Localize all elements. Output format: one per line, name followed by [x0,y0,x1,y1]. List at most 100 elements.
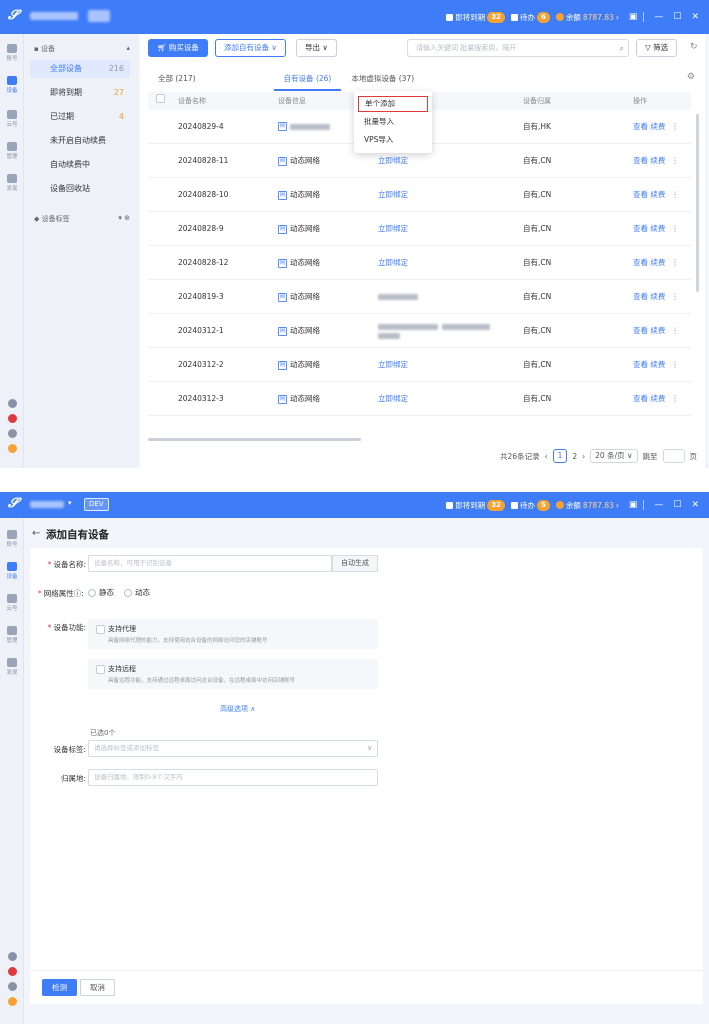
balance-button[interactable]: 余额 8787.83 › [555,12,619,23]
table-row[interactable]: 20240828-10 网动态网络 立即绑定 自有,CN 查看 续费 ⋮ [148,178,691,212]
page-1[interactable]: 1 [552,449,568,463]
menu-item-vps-import[interactable]: VPS导入 [358,132,428,148]
rail-item-account[interactable]: 账号 [0,530,24,548]
account-name-blurred[interactable] [30,12,78,20]
network-radio-dynamic[interactable]: 动态 [124,587,150,598]
bind-now-link[interactable]: 立即绑定 [378,360,408,369]
renew-link[interactable]: 续费 [650,292,665,301]
export-button[interactable]: 导出 ∨ [296,39,337,57]
account-name-blurred[interactable] [30,501,64,508]
close-icon[interactable]: ✕ [691,12,699,22]
renew-link[interactable]: 续费 [650,394,665,403]
network-radio-static[interactable]: 静态 [88,587,114,598]
view-link[interactable]: 查看 [633,156,648,165]
info-icon[interactable]: ⓘ: [74,589,84,598]
rail-item-manage[interactable]: 管理 [0,626,24,644]
table-row[interactable]: 20240312-3 网动态网络 立即绑定 自有,CN 查看 续费 ⋮ [148,382,691,416]
minimize-icon[interactable]: — [654,12,663,22]
todo-button[interactable]: 待办 5 [510,499,550,511]
notification-icon[interactable] [7,414,17,423]
more-icon[interactable]: ⋮ [671,122,679,131]
settings-icon[interactable] [7,952,17,961]
search-icon[interactable]: ⌕ [620,41,624,57]
table-row[interactable]: 20240828-9 网动态网络 立即绑定 自有,CN 查看 续费 ⋮ [148,212,691,246]
close-icon[interactable]: ✕ [691,500,699,510]
tab-own-devices[interactable]: 自有设备 (26) [273,68,342,91]
more-icon[interactable]: ⋮ [671,360,679,369]
rail-item-discover[interactable]: 发现 [0,658,24,676]
more-icon[interactable]: ⋮ [671,394,679,403]
view-link[interactable]: 查看 [633,224,648,233]
view-link[interactable]: 查看 [633,258,648,267]
category-item-expiring[interactable]: 即将到期 27 [30,84,130,102]
rail-item-manage[interactable]: 管理 [0,142,24,160]
filter-button[interactable]: ▽ 筛选 [636,39,678,57]
expiring-button[interactable]: 即将到期 32 [446,499,505,511]
next-page-icon[interactable]: › [582,452,585,461]
help-icon[interactable] [7,982,17,991]
bind-now-link[interactable]: 立即绑定 [378,190,408,199]
advanced-options-toggle[interactable]: 高级选项 ∧ [220,704,255,714]
rail-item-account[interactable]: 账号 [0,44,24,62]
notification-icon[interactable] [7,967,17,976]
renew-link[interactable]: 续费 [650,190,665,199]
maximize-icon[interactable]: ☐ [673,12,681,22]
more-icon[interactable]: ⋮ [671,190,679,199]
more-icon[interactable]: ⋮ [671,224,679,233]
todo-button[interactable]: 待办 6 [510,11,550,23]
renew-link[interactable]: 续费 [650,360,665,369]
category-item-autorenew[interactable]: 自动续费中 [30,156,130,174]
bind-now-link[interactable]: 立即绑定 [378,156,408,165]
minimize-icon[interactable]: — [654,500,663,510]
settings-icon[interactable] [7,399,17,408]
add-own-device-button[interactable]: 添加自有设备 ∨ [215,39,286,57]
table-row[interactable]: 20240312-1 网动态网络 自有,CN 查看 续费 ⋮ [148,314,691,348]
prev-page-icon[interactable]: ‹ [545,452,548,461]
proxy-feature-box[interactable]: 支持代理 具备网络代理的能力，支持使用这台设备的网络访问您的店铺账号 [88,619,378,649]
search-input[interactable]: 请输入关键词 批量搜索用，隔开 ⌕ [407,39,629,57]
settings-icon[interactable]: ⚙ [687,72,695,82]
tab-local-virtual[interactable]: 本地虚拟设备 (37) [341,68,424,91]
more-icon[interactable]: ⋮ [671,326,679,335]
rail-item-device[interactable]: 设备 [0,562,24,580]
balance-button[interactable]: 余额 8787.83 › [555,500,619,511]
renew-link[interactable]: 续费 [650,326,665,335]
auto-generate-button[interactable]: 自动生成 [332,555,378,572]
location-input[interactable]: 设备归属地，限制0-8个汉字内 [88,769,378,786]
collapse-icon[interactable]: ▴ [126,44,130,54]
view-link[interactable]: 查看 [633,122,648,131]
rail-item-cloud[interactable]: 云号 [0,110,24,128]
category-item-all[interactable]: 全部设备 216 [30,60,130,78]
rail-item-cloud[interactable]: 云号 [0,594,24,612]
table-row[interactable]: 20240828-12 网动态网络 立即绑定 自有,CN 查看 续费 ⋮ [148,246,691,280]
renew-link[interactable]: 续费 [650,224,665,233]
goto-input[interactable] [662,449,685,463]
table-row[interactable]: 20240312-2 网动态网络 立即绑定 自有,CN 查看 续费 ⋮ [148,348,691,382]
view-link[interactable]: 查看 [633,190,648,199]
device-name-input[interactable]: 设备名称，可用于识别设备 [88,555,332,572]
renew-link[interactable]: 续费 [650,122,665,131]
rail-item-discover[interactable]: 发现 [0,174,24,192]
tab-all[interactable]: 全部 (217) [148,68,206,91]
table-row[interactable]: 20240819-3 网动态网络 自有,CN 查看 续费 ⋮ [148,280,691,314]
view-link[interactable]: 查看 [633,360,648,369]
category-item-recycle[interactable]: 设备回收站 [30,180,130,198]
vertical-scrollbar[interactable] [696,114,699,292]
page-size-select[interactable]: 20 条/页 ∨ [590,449,638,463]
remote-feature-box[interactable]: 支持远程 具备远程功能，支持通过远程桌面访问这台设备，在远程桌面中访问店铺账号 [88,659,378,689]
horizontal-scrollbar[interactable] [148,438,361,441]
back-arrow-icon[interactable]: ← [32,528,40,539]
rail-item-device[interactable]: 设备 [0,76,24,94]
category-item-expired[interactable]: 已过期 4 [30,108,130,126]
bind-now-link[interactable]: 立即绑定 [378,224,408,233]
view-link[interactable]: 查看 [633,394,648,403]
coin-icon[interactable] [7,444,17,453]
more-icon[interactable]: ⋮ [671,258,679,267]
user-icon[interactable]: ▣ [629,12,638,22]
proxy-checkbox[interactable] [96,625,105,634]
renew-link[interactable]: 续费 [650,258,665,267]
cancel-button[interactable]: 取消 [80,979,115,996]
menu-item-batch-import[interactable]: 批量导入 [358,114,428,130]
tag-actions[interactable]: ▾ ⊕ [118,214,130,224]
device-tag-select[interactable]: 请选择标签或添加标签 ∨ [88,740,378,757]
